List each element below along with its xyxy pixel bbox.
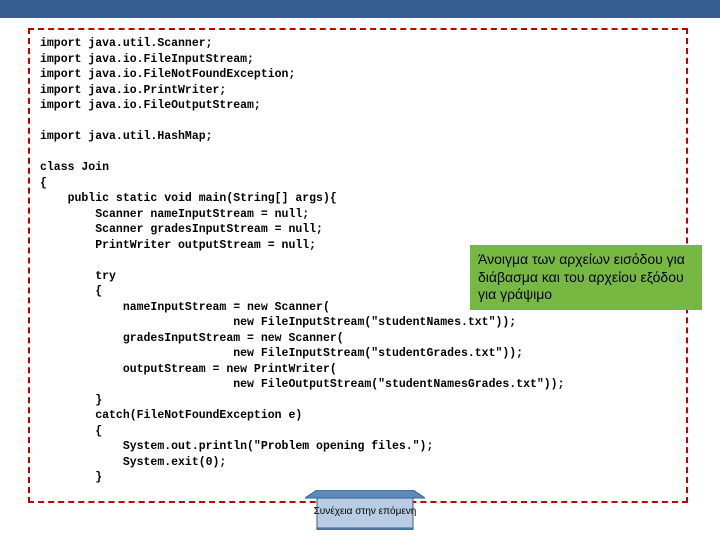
- continue-banner: Συνέχεια στην επόμενη: [305, 490, 425, 530]
- annotation-callout: Άνοιγμα των αρχείων εισόδου για διάβασμα…: [470, 245, 702, 310]
- header-bar: [0, 0, 720, 18]
- continue-label: Συνέχεια στην επόμενη: [314, 503, 417, 517]
